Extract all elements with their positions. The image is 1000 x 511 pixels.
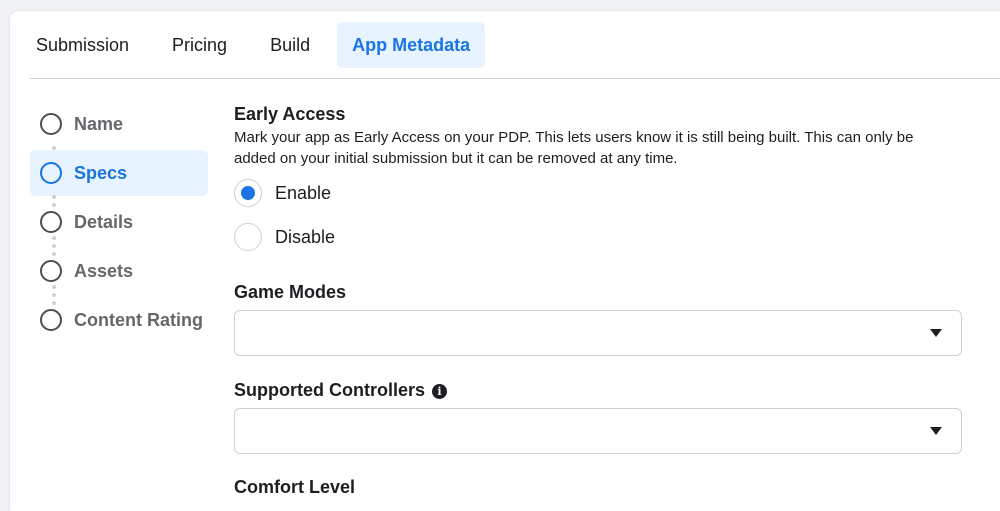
radio-unselected-icon[interactable]	[234, 223, 262, 251]
supported-controllers-select[interactable]	[234, 408, 962, 454]
step-circle-icon	[40, 260, 62, 282]
step-label: Assets	[74, 260, 134, 281]
tab-bar: Submission Pricing Build App Metadata	[10, 22, 486, 68]
step-circle-icon	[40, 211, 62, 233]
early-access-description: Mark your app as Early Access on your PD…	[234, 129, 914, 167]
step-label: Content Rating	[74, 309, 203, 330]
step-assets[interactable]: Assets	[30, 248, 208, 294]
tab-app-metadata[interactable]: App Metadata	[337, 22, 486, 68]
tab-divider	[30, 78, 1000, 79]
step-specs[interactable]: Specs	[30, 150, 208, 196]
supported-controllers-label: Supported Controllers	[234, 380, 426, 400]
info-icon[interactable]: i	[432, 384, 448, 399]
radio-enable[interactable]: Enable	[234, 179, 331, 207]
step-circle-icon	[40, 113, 62, 135]
early-access-title: Early Access	[234, 104, 346, 124]
tab-build[interactable]: Build	[255, 22, 325, 68]
radio-disable[interactable]: Disable	[234, 223, 335, 251]
step-label: Details	[74, 211, 134, 232]
game-modes-title: Game Modes	[234, 282, 347, 302]
radio-label: Enable	[275, 182, 332, 203]
caret-down-icon	[930, 427, 942, 435]
comfort-level-title: Comfort Level	[234, 477, 356, 497]
caret-down-icon	[930, 329, 942, 337]
step-name[interactable]: Name	[30, 101, 208, 147]
radio-label: Disable	[275, 226, 336, 247]
supported-controllers-title: Supported Controllers i	[234, 380, 448, 401]
step-content-rating[interactable]: Content Rating	[30, 297, 208, 343]
step-details[interactable]: Details	[30, 199, 208, 245]
step-label: Name	[74, 113, 124, 134]
tab-pricing[interactable]: Pricing	[157, 22, 242, 68]
step-label: Specs	[74, 162, 128, 183]
radio-selected-icon[interactable]	[234, 179, 262, 207]
step-circle-icon	[40, 309, 62, 331]
step-circle-icon	[40, 162, 62, 184]
app-submission-card: Submission Pricing Build App Metadata Na…	[10, 11, 1000, 511]
tab-submission[interactable]: Submission	[21, 22, 144, 68]
game-modes-select[interactable]	[234, 310, 962, 356]
